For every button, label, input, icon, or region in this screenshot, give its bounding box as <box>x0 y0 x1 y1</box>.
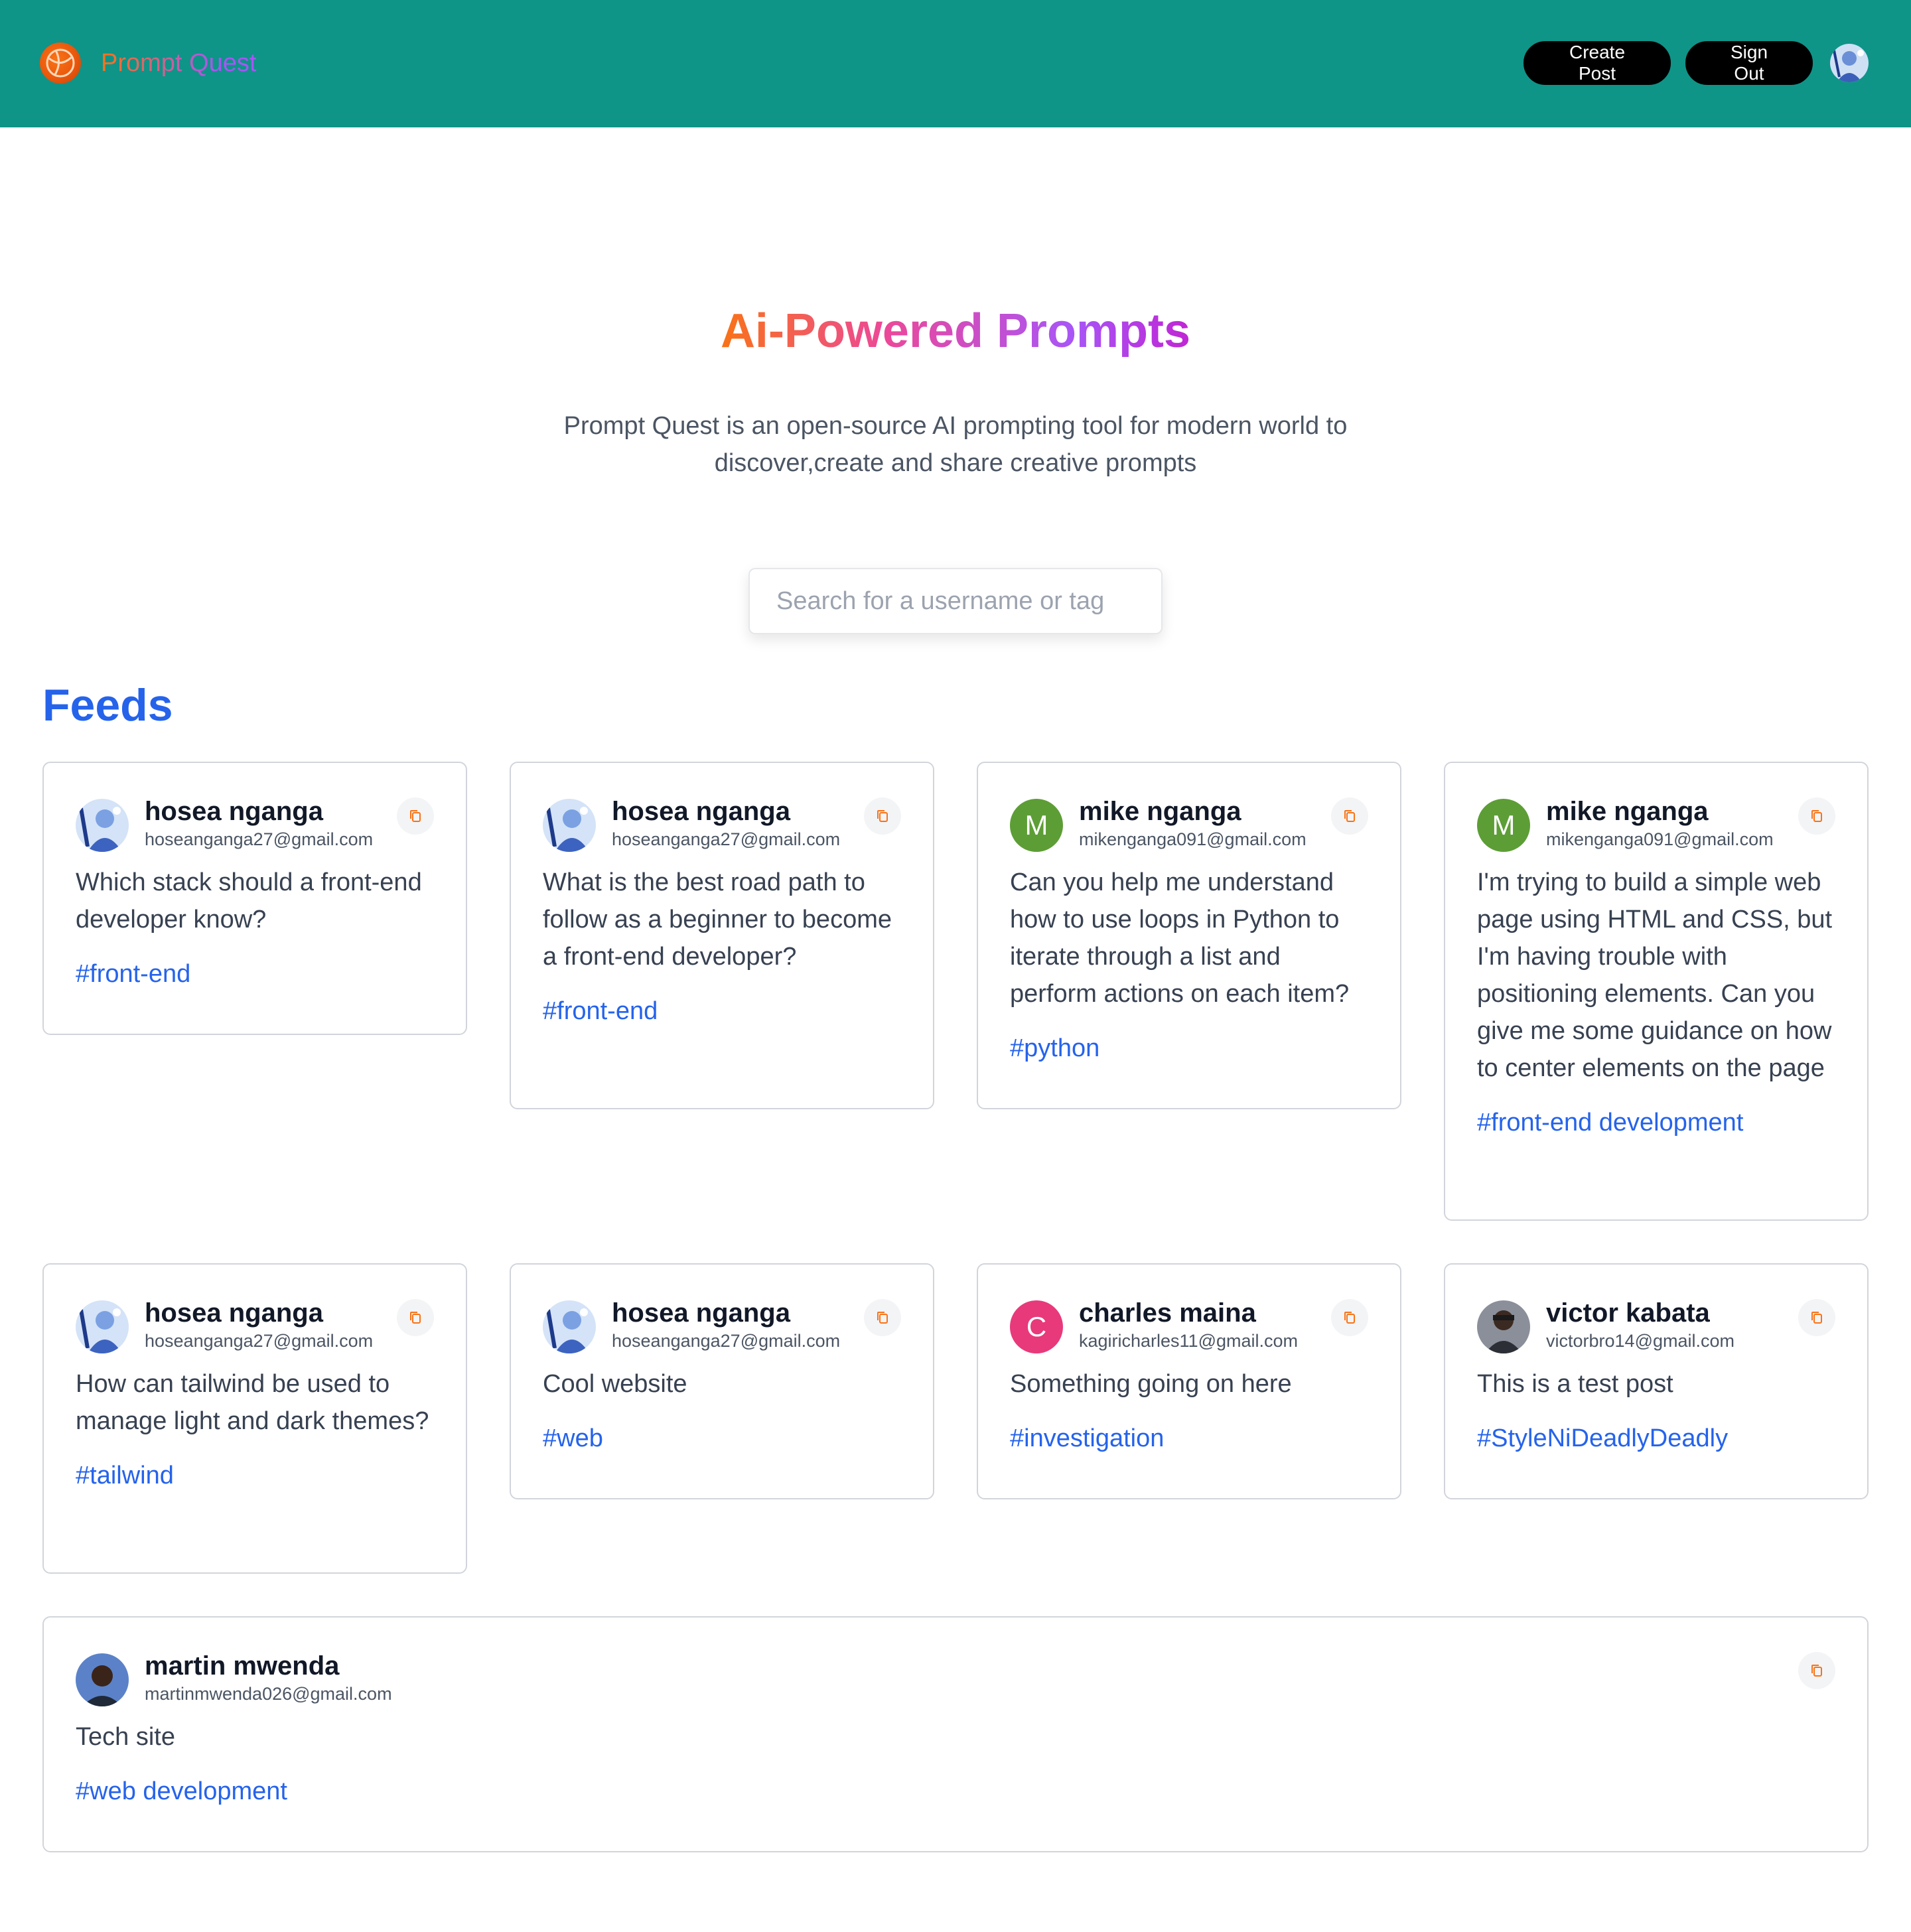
copy-icon <box>1344 1312 1355 1324</box>
user-name[interactable]: mike nganga <box>1546 795 1774 828</box>
user-avatar[interactable] <box>543 1300 596 1353</box>
user-avatar[interactable] <box>1477 1300 1530 1353</box>
user-avatar[interactable] <box>76 1653 129 1706</box>
user-email: mikenganga091@gmail.com <box>1079 829 1307 849</box>
user-name[interactable]: mike nganga <box>1079 795 1307 828</box>
prompt-tag[interactable]: #StyleNiDeadlyDeadly <box>1477 1420 1835 1457</box>
user-name[interactable]: hosea nganga <box>612 795 840 828</box>
create-post-button[interactable]: Create Post <box>1523 41 1671 85</box>
user-name[interactable]: victor kabata <box>1546 1296 1734 1330</box>
prompt-tag[interactable]: #front-end <box>76 955 434 993</box>
user-email: hoseanganga27@gmail.com <box>145 1331 374 1351</box>
prompt-text: Cool website <box>543 1370 687 1398</box>
brand-name: Prompt Quest <box>101 48 257 77</box>
copy-icon <box>1811 1312 1822 1324</box>
prompt-text: Something going on here <box>1010 1370 1292 1398</box>
prompt-text: What is the best road path to follow as … <box>543 868 892 971</box>
prompt-card: M mike nganga mikenganga091@gmail.com Ca… <box>977 762 1401 1109</box>
prompt-card: victor kabata victorbro14@gmail.com This… <box>1444 1263 1869 1499</box>
prompt-text: I'm trying to build a simple web page us… <box>1477 868 1833 1082</box>
user-avatar[interactable]: C <box>1010 1300 1063 1353</box>
copy-button[interactable] <box>397 1299 434 1336</box>
copy-icon <box>877 1312 888 1324</box>
user-email: kagiricharles11@gmail.com <box>1079 1331 1299 1351</box>
prompt-card: hosea nganga hoseanganga27@gmail.com Coo… <box>510 1263 934 1499</box>
user-email: hoseanganga27@gmail.com <box>612 1331 841 1351</box>
profile-avatar[interactable] <box>1830 44 1869 82</box>
copy-button[interactable] <box>1798 797 1835 835</box>
user-avatar[interactable] <box>543 799 596 852</box>
prompt-text: This is a test post <box>1477 1370 1673 1398</box>
prompt-text: Which stack should a front-end developer… <box>76 868 422 933</box>
prompt-card: C charles maina kagiricharles11@gmail.co… <box>977 1263 1401 1499</box>
copy-button[interactable] <box>1798 1652 1835 1689</box>
copy-icon <box>1811 810 1822 822</box>
hero-description: Prompt Quest is an open-source AI prompt… <box>563 412 1348 477</box>
user-email: hoseanganga27@gmail.com <box>145 829 374 849</box>
search-box <box>748 568 1163 634</box>
prompt-text: How can tailwind be used to manage light… <box>76 1370 429 1435</box>
user-name[interactable]: hosea nganga <box>145 1296 373 1330</box>
user-avatar[interactable] <box>76 1300 129 1353</box>
feeds-heading: Feeds <box>42 680 173 730</box>
prompt-tag[interactable]: #investigation <box>1010 1420 1368 1457</box>
user-avatar[interactable]: M <box>1010 799 1063 852</box>
search-input[interactable] <box>750 569 1161 633</box>
user-email: hoseanganga27@gmail.com <box>612 829 841 849</box>
copy-icon <box>410 810 421 822</box>
copy-button[interactable] <box>397 797 434 835</box>
user-email: victorbro14@gmail.com <box>1546 1331 1735 1351</box>
prompt-text: Tech site <box>76 1723 175 1751</box>
copy-icon <box>410 1312 421 1324</box>
copy-icon <box>1811 1665 1822 1677</box>
copy-button[interactable] <box>864 1299 901 1336</box>
navbar: Prompt Quest Create Post Sign Out <box>0 0 1911 127</box>
globe-logo-icon <box>40 42 81 84</box>
brand-link[interactable]: Prompt Quest <box>40 42 256 84</box>
copy-button[interactable] <box>1331 1299 1368 1336</box>
copy-button[interactable] <box>1331 797 1368 835</box>
user-avatar[interactable] <box>76 799 129 852</box>
prompt-tag[interactable]: #front-end development <box>1477 1104 1835 1141</box>
user-email: mikenganga091@gmail.com <box>1546 829 1774 849</box>
user-name[interactable]: charles maina <box>1079 1296 1298 1330</box>
sign-out-button[interactable]: Sign Out <box>1685 41 1813 85</box>
prompt-tag[interactable]: #web development <box>76 1773 1835 1810</box>
copy-button[interactable] <box>1798 1299 1835 1336</box>
prompt-card: martin mwenda martinmwenda026@gmail.com … <box>42 1616 1869 1852</box>
prompt-card: M mike nganga mikenganga091@gmail.com I'… <box>1444 762 1869 1221</box>
copy-button[interactable] <box>864 797 901 835</box>
prompt-card: hosea nganga hoseanganga27@gmail.com How… <box>42 1263 467 1574</box>
prompt-tag[interactable]: #web <box>543 1420 901 1457</box>
user-name[interactable]: hosea nganga <box>145 795 373 828</box>
prompt-tag[interactable]: #python <box>1010 1030 1368 1067</box>
prompt-card: hosea nganga hoseanganga27@gmail.com Wha… <box>510 762 934 1109</box>
user-avatar[interactable]: M <box>1477 799 1530 852</box>
user-name[interactable]: martin mwenda <box>145 1649 392 1683</box>
copy-icon <box>1344 810 1355 822</box>
copy-icon <box>877 810 888 822</box>
user-name[interactable]: hosea nganga <box>612 1296 840 1330</box>
page-title: Ai-Powered Prompts <box>720 305 1191 358</box>
user-email: martinmwenda026@gmail.com <box>145 1684 392 1704</box>
prompt-card: hosea nganga hoseanganga27@gmail.com Whi… <box>42 762 467 1035</box>
prompt-text: Can you help me understand how to use lo… <box>1010 868 1350 1008</box>
prompt-tag[interactable]: #tailwind <box>76 1457 434 1494</box>
prompt-tag[interactable]: #front-end <box>543 993 901 1030</box>
